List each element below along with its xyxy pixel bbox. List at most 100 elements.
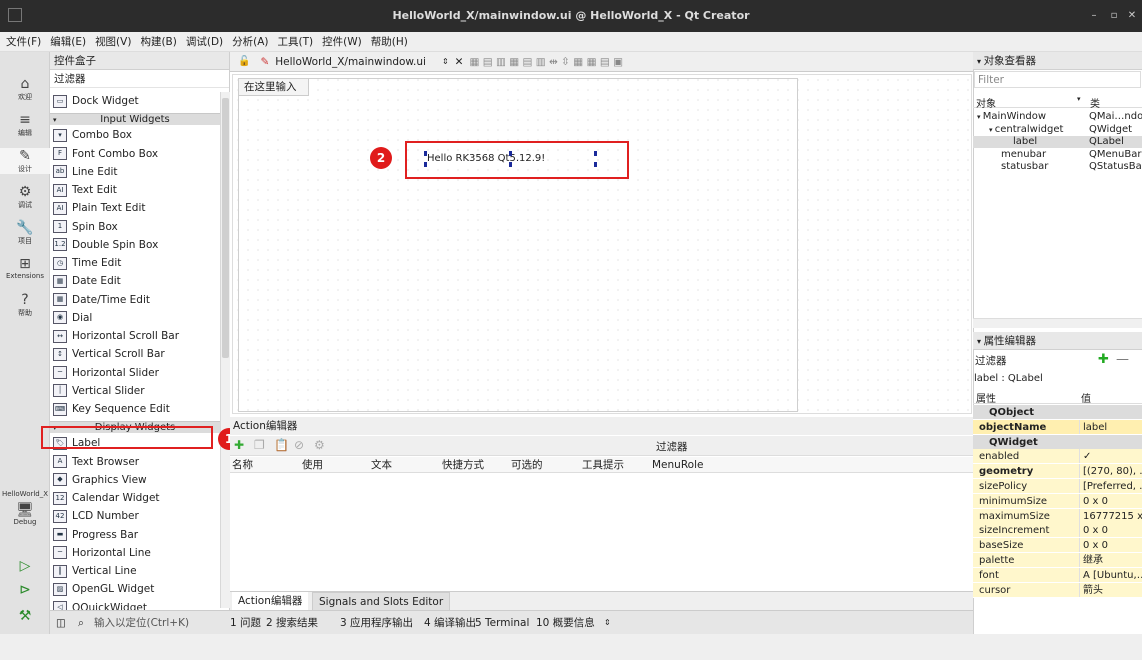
class-col-header[interactable]: 类 (1090, 95, 1100, 110)
property-group[interactable]: QWidget (973, 434, 1142, 450)
object-tree-row[interactable]: label QLabel (973, 136, 1142, 148)
mode-button[interactable]: ⚙ 调试 (0, 184, 50, 210)
sort-icon[interactable]: ▾ (1077, 95, 1081, 103)
widget-item[interactable]: ▦ Date/Time Edit (50, 291, 220, 309)
widget-list-scroll-thumb[interactable] (222, 98, 229, 358)
menu-item[interactable]: 分析(A) (232, 34, 268, 49)
debug-run-icon[interactable]: ⊳ (0, 582, 50, 598)
value-col-header[interactable]: 值 (1081, 390, 1091, 405)
property-value[interactable]: A [Ubuntu,… (1079, 567, 1142, 582)
menu-item[interactable]: 视图(V) (95, 34, 131, 49)
property-value[interactable]: ✓ (1079, 449, 1142, 464)
output-pane-button[interactable]: 1 问题 (230, 611, 261, 635)
kit-selector[interactable]: 🖥 Debug (0, 502, 50, 526)
property-row[interactable]: baseSize 0 x 0 (973, 538, 1142, 554)
mode-extensions[interactable]: ⊞ Extensions (0, 256, 50, 280)
property-col-header[interactable]: 属性 (976, 390, 996, 405)
tab-signals-slots[interactable]: Signals and Slots Editor (312, 592, 451, 611)
minimize-icon[interactable]: – (1086, 8, 1102, 24)
menu-item[interactable]: 工具(T) (278, 34, 314, 49)
widget-item[interactable]: ◷ Time Edit (50, 254, 220, 272)
action-col-header[interactable]: 快捷方式 (442, 457, 484, 473)
delete-icon[interactable]: ⊘ (294, 438, 304, 452)
action-col-header[interactable]: MenuRole (652, 457, 703, 473)
widget-item[interactable]: ◆ Graphics View (50, 471, 220, 489)
add-property-icon[interactable]: ✚ (1098, 352, 1109, 367)
property-value[interactable]: [(270, 80), … (1079, 464, 1142, 479)
widget-item[interactable]: ▬ Progress Bar (50, 526, 220, 544)
widget-item[interactable]: 12 Calendar Widget (50, 489, 220, 507)
settings-icon[interactable]: ⚙ (314, 438, 325, 452)
widget-item[interactable]: │ Vertical Slider (50, 382, 220, 400)
selection-handle[interactable] (594, 162, 597, 167)
widget-item[interactable]: ─ Horizontal Line (50, 544, 220, 562)
mode-button[interactable]: ✎ 设计 (0, 148, 50, 174)
window-menu-icon[interactable] (8, 8, 22, 22)
action-col-header[interactable]: 文本 (371, 457, 392, 473)
widget-item[interactable]: ▾ Combo Box (50, 126, 220, 144)
tab-action-editor[interactable]: Action编辑器 (232, 592, 309, 611)
property-row[interactable]: geometry [(270, 80), … (973, 464, 1142, 480)
menu-item[interactable]: 构建(B) (140, 34, 176, 49)
menu-item[interactable]: 控件(W) (322, 34, 362, 49)
editor-tab-file[interactable]: HelloWorld_X/mainwindow.ui (275, 56, 426, 68)
mode-button[interactable]: ≡ 编辑 (0, 112, 50, 138)
output-pane-button[interactable]: 5 Terminal (475, 611, 529, 635)
widget-item[interactable]: AI Plain Text Edit (50, 199, 220, 217)
mode-button[interactable]: 🔧 项目 (0, 220, 50, 246)
widget-list-scrollbar[interactable] (220, 92, 230, 608)
action-col-header[interactable]: 使用 (302, 457, 323, 473)
property-row[interactable]: sizePolicy [Preferred, … (973, 479, 1142, 494)
object-tree-row[interactable]: statusbar QStatusBar (973, 161, 1142, 173)
object-tree-row[interactable]: ▾ MainWindow QMai…ndow (973, 111, 1142, 123)
property-row[interactable]: font A [Ubuntu,… (973, 567, 1142, 583)
property-value[interactable]: 0 x 0 (1079, 493, 1142, 508)
output-pane-button[interactable]: 4 编译输出 (424, 611, 476, 635)
new-action-icon[interactable]: ✚ (234, 438, 244, 452)
widget-category[interactable]: ▾ Input Widgets (50, 113, 220, 126)
property-value[interactable]: 0 x 0 (1079, 523, 1142, 538)
property-row[interactable]: objectName label (973, 419, 1142, 435)
selection-handle[interactable] (424, 151, 427, 156)
selection-handle[interactable] (424, 162, 427, 167)
output-pane-button[interactable]: 2 搜索结果 (266, 611, 318, 635)
widget-item[interactable]: ║ Vertical Line (50, 562, 220, 580)
mode-button[interactable]: ? 帮助 (0, 292, 50, 318)
object-col-header[interactable]: 对象 (976, 95, 996, 110)
property-row[interactable]: cursor 箭头 (973, 582, 1142, 598)
property-value[interactable]: 箭头 (1079, 582, 1142, 597)
selection-handle[interactable] (509, 151, 512, 156)
maximize-icon[interactable]: ▫ (1106, 8, 1122, 24)
property-row[interactable]: sizeIncrement 0 x 0 (973, 523, 1142, 539)
main-window-form[interactable] (238, 78, 798, 412)
widget-item[interactable]: F Font Combo Box (50, 145, 220, 163)
action-col-header[interactable]: 名称 (232, 457, 253, 473)
widget-item[interactable]: 1 Spin Box (50, 218, 220, 236)
property-value[interactable]: [Preferred, … (1079, 479, 1142, 493)
object-inspector-scrollbar[interactable] (973, 318, 1142, 328)
property-value[interactable]: 16777215 x… (1079, 508, 1142, 523)
widget-item[interactable]: 1.2 Double Spin Box (50, 236, 220, 254)
widget-item[interactable]: A Text Browser (50, 453, 220, 471)
object-tree-row[interactable]: ▾ centralwidget QWidget (973, 124, 1142, 136)
mode-button[interactable]: ⌂ 欢迎 (0, 76, 50, 102)
widget-item[interactable]: ab Line Edit (50, 163, 220, 181)
menu-item[interactable]: 帮助(H) (371, 34, 408, 49)
menu-item[interactable]: 调试(D) (186, 34, 223, 49)
run-icon[interactable]: ▷ (0, 558, 50, 574)
object-filter-input[interactable]: Filter (974, 71, 1141, 88)
output-pane-button[interactable]: 3 应用程序输出 (340, 611, 413, 635)
locator-input[interactable]: 输入以定位(Ctrl+K) (94, 611, 189, 635)
chevron-up-down-icon[interactable]: ⇕ (604, 611, 611, 635)
design-toolbar[interactable]: ▦ ▤ ▥ ▦ ▤ ▥ ⇹ ⇳ ▦ ▦ ▤ ▣ (469, 56, 623, 68)
widget-item[interactable]: ↕ Vertical Scroll Bar (50, 345, 220, 363)
paste-icon[interactable]: 📋 (274, 438, 289, 452)
property-filter-label[interactable]: 过滤器 (975, 354, 1007, 369)
menu-item[interactable]: 编辑(E) (50, 34, 86, 49)
action-col-header[interactable]: 工具提示 (582, 457, 624, 473)
selection-handle[interactable] (594, 151, 597, 156)
close-icon[interactable]: ✕ (1124, 8, 1140, 24)
widget-item[interactable]: ─ Horizontal Slider (50, 364, 220, 382)
close-document-icon[interactable]: ✕ (455, 56, 464, 68)
action-col-header[interactable]: 可选的 (511, 457, 543, 473)
